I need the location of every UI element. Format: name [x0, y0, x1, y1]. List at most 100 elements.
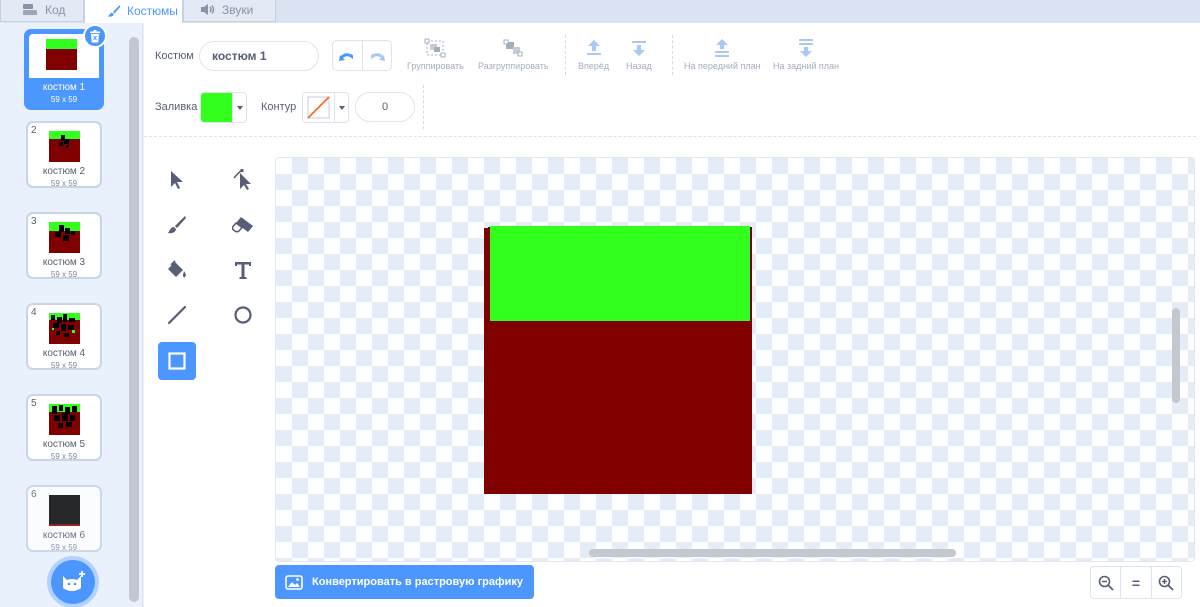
- forward-icon: [586, 40, 601, 55]
- send-to-back-button[interactable]: На задний план: [773, 38, 839, 71]
- costume-name: костюм 1: [42, 82, 86, 93]
- fill-label: Заливка: [155, 101, 198, 113]
- costume-thumbnail: [49, 222, 80, 253]
- forward-button[interactable]: Вперёд: [578, 38, 609, 71]
- ungroup-button[interactable]: Разгруппировать: [478, 38, 549, 71]
- undo-icon: [339, 52, 354, 61]
- outline-color-picker[interactable]: [302, 92, 349, 123]
- costume-thumbnail: [49, 495, 80, 526]
- outline-color-swatch: [303, 93, 334, 122]
- costume-number: 3: [31, 216, 37, 227]
- outline-label: Контур: [261, 101, 297, 113]
- zoom-in-icon: [1159, 575, 1174, 591]
- toolbar-divider: [144, 136, 1196, 137]
- no-color-icon: [307, 96, 330, 119]
- costume-item-3[interactable]: 3 костюм 3 59 x 59: [26, 212, 102, 279]
- rectangle-tool[interactable]: [158, 342, 196, 380]
- outline-dropdown[interactable]: [334, 93, 348, 122]
- canvas-vertical-scrollbar[interactable]: [1172, 308, 1180, 403]
- costume-name-input[interactable]: костюм 1: [199, 41, 319, 71]
- backward-icon: [631, 41, 646, 56]
- select-tool[interactable]: [158, 161, 196, 199]
- convert-button-label: Конвертировать в растровую графику: [312, 576, 523, 588]
- costume-item-2[interactable]: 2 костюм 2 59 x 59: [26, 121, 102, 188]
- toolbar-separator: [672, 35, 673, 75]
- brush-tool[interactable]: [158, 206, 196, 244]
- backward-label: Назад: [626, 61, 652, 71]
- costume-name: костюм 3: [42, 257, 86, 268]
- costume-size: 59 x 59: [50, 543, 78, 552]
- eraser-icon: [232, 217, 253, 233]
- cat-add-icon: [63, 571, 85, 591]
- bring-to-front-button[interactable]: На передний план: [684, 38, 761, 71]
- costume-number: 2: [31, 125, 37, 136]
- tab-costumes[interactable]: Костюмы: [84, 0, 183, 23]
- arrow-pointer-icon: [171, 171, 183, 189]
- eraser-tool[interactable]: [224, 206, 262, 244]
- rectangle-icon: [168, 352, 186, 370]
- brush-icon: [108, 4, 121, 17]
- costume-item-4[interactable]: 4 костюм 4 59 x 59: [26, 303, 102, 370]
- tab-sounds[interactable]: Звуки: [183, 0, 276, 22]
- costume-number: 1: [31, 36, 37, 47]
- costume-size: 59 x 59: [50, 452, 78, 461]
- costume-item-5[interactable]: 5 костюм 5 59 x 59: [26, 394, 102, 461]
- fill-color-picker[interactable]: [200, 92, 247, 123]
- green-rectangle-shape[interactable]: [490, 226, 750, 321]
- tab-code[interactable]: Код: [0, 0, 84, 22]
- costume-size: 59 x 59: [50, 179, 78, 188]
- paint-bucket-icon: [168, 260, 186, 278]
- canvas-horizontal-scrollbar[interactable]: [589, 549, 956, 557]
- back-icon: [799, 39, 813, 57]
- caret-down-icon: [338, 105, 345, 110]
- circle-icon: [234, 306, 252, 324]
- outline-width-input[interactable]: 0: [355, 92, 415, 122]
- trash-icon: [90, 29, 100, 42]
- costume-thumbnail: [49, 404, 80, 435]
- costume-thumbnail: [49, 313, 80, 344]
- tab-code-label: Код: [45, 2, 66, 17]
- costume-name-value: костюм 1: [212, 49, 267, 63]
- costume-list: 1 костюм 1 59 x 59 2 костюм 2 59 x 59 3 …: [0, 23, 143, 607]
- circle-tool[interactable]: [224, 296, 262, 334]
- undo-button[interactable]: [333, 41, 362, 70]
- editor-tabs: Код Костюмы Звуки: [0, 0, 1200, 23]
- forward-label: Вперёд: [578, 61, 610, 71]
- paint-canvas[interactable]: [275, 157, 1195, 562]
- costume-size: 59 x 59: [50, 95, 78, 104]
- tab-sounds-label: Звуки: [222, 2, 254, 17]
- convert-to-bitmap-button[interactable]: Конвертировать в растровую графику: [275, 565, 534, 599]
- zoom-reset-button[interactable]: =: [1120, 567, 1150, 598]
- text-icon: [235, 262, 251, 279]
- toolbar-separator: [565, 35, 566, 75]
- group-button[interactable]: Группировать: [407, 38, 464, 71]
- code-blocks-icon: [23, 3, 37, 15]
- front-icon: [715, 39, 730, 57]
- costume-number: 6: [31, 489, 37, 500]
- line-tool[interactable]: [158, 296, 196, 334]
- group-icon: [424, 38, 446, 58]
- backward-button[interactable]: Назад: [626, 38, 652, 71]
- costume-name: костюм 2: [42, 166, 86, 177]
- costume-item-6[interactable]: 6 костюм 6 59 x 59: [26, 485, 102, 552]
- text-tool[interactable]: [224, 251, 262, 289]
- zoom-out-icon: [1098, 575, 1114, 591]
- add-costume-button[interactable]: [51, 560, 95, 604]
- delete-costume-button[interactable]: [83, 24, 107, 48]
- redo-button[interactable]: [361, 41, 391, 70]
- outline-width-value: 0: [381, 101, 389, 113]
- zoom-out-button[interactable]: [1091, 567, 1120, 598]
- fill-dropdown[interactable]: [232, 93, 246, 122]
- redo-icon: [370, 52, 385, 61]
- image-icon: [285, 574, 303, 590]
- ungroup-icon: [503, 39, 523, 57]
- fill-tool[interactable]: [158, 251, 196, 289]
- front-label: На передний план: [684, 61, 761, 71]
- tab-costumes-label: Костюмы: [127, 3, 178, 18]
- costume-name: костюм 6: [42, 530, 86, 541]
- ungroup-label: Разгруппировать: [478, 61, 549, 71]
- reshape-tool[interactable]: [224, 161, 262, 199]
- zoom-in-button[interactable]: [1150, 567, 1181, 598]
- costume-size: 59 x 59: [50, 361, 78, 370]
- costume-list-scrollbar[interactable]: [129, 37, 139, 602]
